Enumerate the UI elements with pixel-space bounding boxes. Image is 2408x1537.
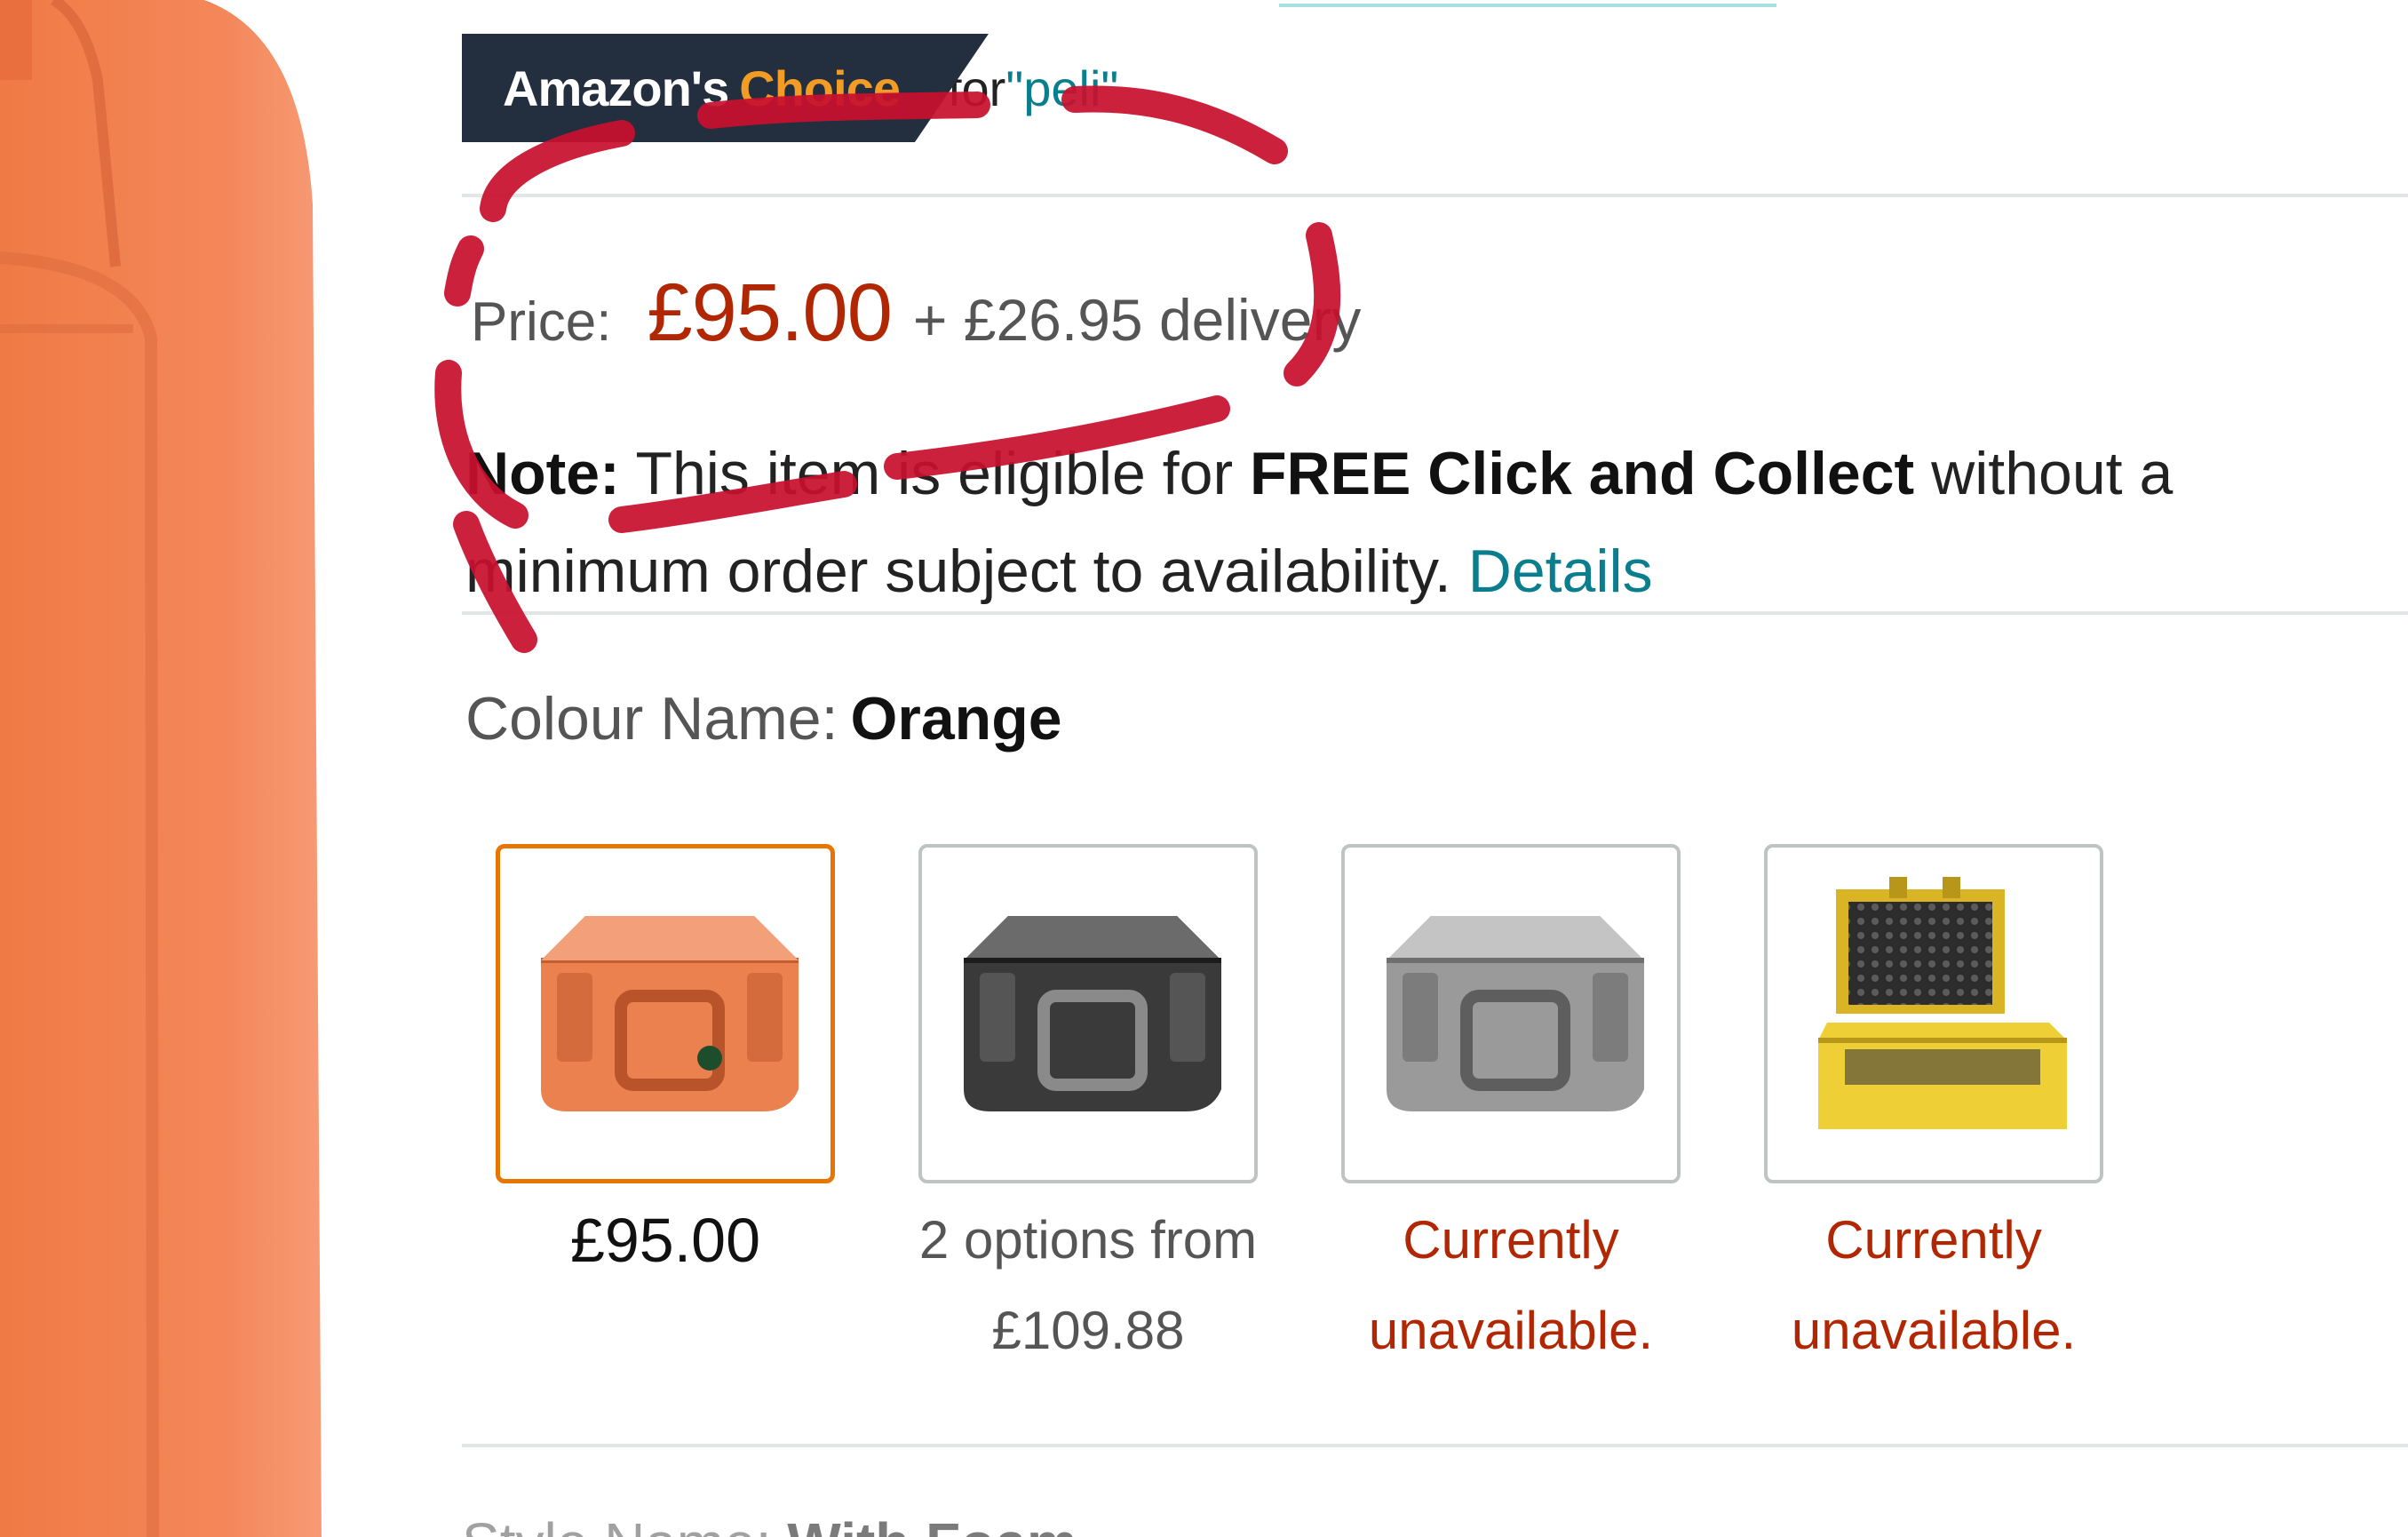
swatch-caption-yellow: Currently unavailable. [1729,1195,2138,1376]
silver-case-thumbnail [1387,916,1644,1111]
badge-title: Amazon's [503,60,729,116]
style-value: With Foam [787,1511,1077,1537]
style-label: Style Name: [462,1511,772,1537]
price-label: Price: [471,291,612,353]
note-text-1: This item is eligible for [635,440,1234,507]
swatch-price: £95.00 [569,1206,761,1275]
divider [462,1444,2408,1447]
swatch-caption-line-2: £109.88 [991,1301,1185,1360]
swatch-caption-line-2: unavailable. [1368,1301,1654,1360]
badge-query[interactable]: "peli" [1005,60,1118,116]
swatch-caption-line-1: 2 options from [918,1210,1258,1270]
top-partial-link [1279,0,1776,7]
colour-name-row: Colour Name: Orange [465,684,1062,753]
swatch-caption-black: 2 options from £109.88 [884,1195,1292,1376]
note-label: Note: [465,440,620,507]
details-link[interactable]: Details [1468,538,1653,605]
colour-label: Colour Name: [465,685,838,753]
delivery-price: + £26.95 delivery [912,287,1362,353]
badge-choice-word: Choice [739,60,901,116]
click-collect-note: Note: This item is eligible for FREE Cli… [465,425,2402,620]
style-name-row: Style Name: With Foam [462,1510,1077,1537]
price-value: £95.00 [647,267,892,358]
divider [462,194,2408,197]
yellow-case-thumbnail [1818,877,2067,1129]
product-main-image[interactable] [0,0,329,1537]
swatch-caption-orange: £95.00 [461,1195,870,1286]
colour-swatch-orange[interactable] [496,844,835,1183]
colour-swatch-yellow[interactable] [1764,844,2103,1183]
note-bold: FREE Click and Collect [1250,440,1915,507]
colour-swatch-black[interactable] [918,844,1258,1183]
badge-for-query: for"peli" [948,60,1118,117]
divider [462,611,2408,615]
swatch-caption-line-1: Currently [1825,1210,2042,1270]
colour-value: Orange [850,685,1062,753]
product-info-panel: Amazon's Choice for"peli" Price: £95.00 … [462,0,2408,1537]
black-case-thumbnail [964,916,1221,1111]
amazons-choice-row[interactable]: Amazon's Choice for"peli" [462,34,1118,142]
orange-case-thumbnail [541,916,799,1111]
price-row: Price: £95.00 + £26.95 delivery [471,267,1361,360]
product-detail-page: Amazon's Choice for"peli" Price: £95.00 … [0,0,2408,1537]
colour-swatch-silver[interactable] [1341,844,1681,1183]
amazons-choice-badge[interactable]: Amazon's Choice [462,34,989,142]
swatch-caption-line-1: Currently [1403,1210,1619,1270]
swatch-caption-line-2: unavailable. [1791,1301,2077,1360]
swatch-caption-silver: Currently unavailable. [1307,1195,1715,1376]
